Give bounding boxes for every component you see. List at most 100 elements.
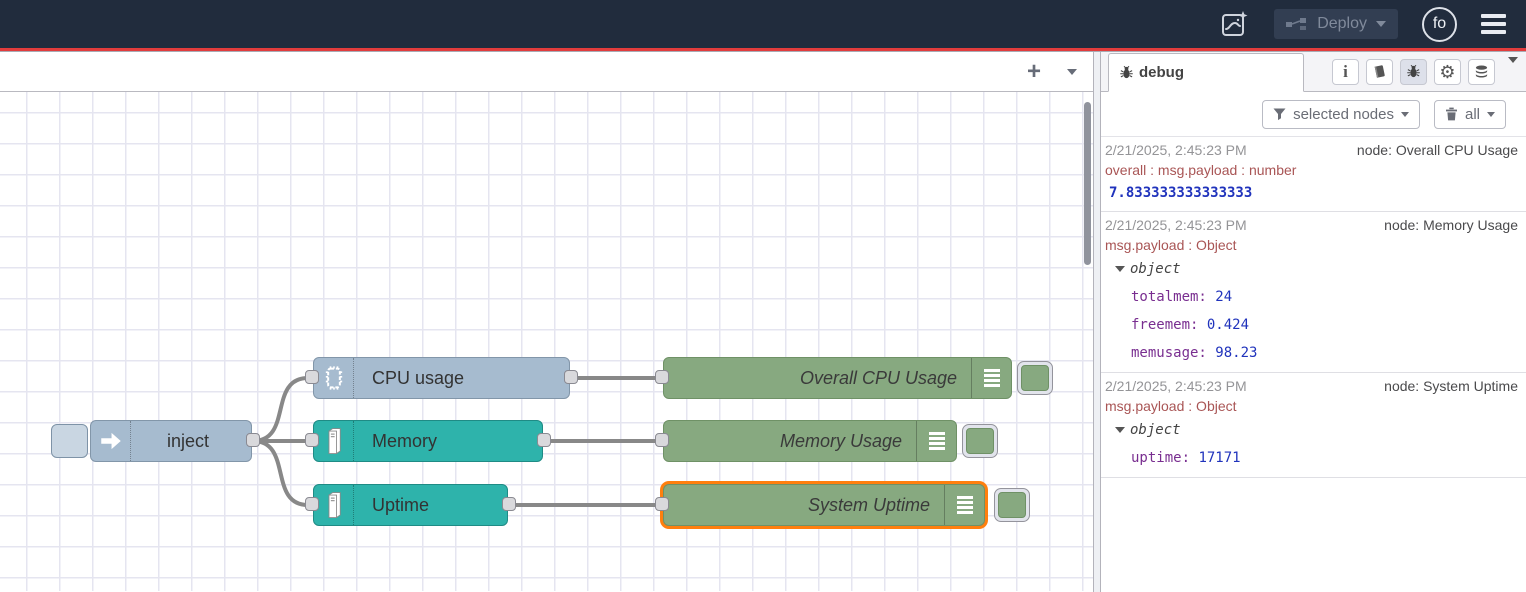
debug-toggle-button[interactable] bbox=[1017, 361, 1053, 395]
object-field: uptime: 17171 bbox=[1105, 444, 1518, 472]
microchip-icon bbox=[314, 358, 354, 398]
add-flow-button[interactable]: + bbox=[1015, 56, 1053, 88]
main-menu-icon[interactable] bbox=[1481, 14, 1506, 34]
object-label: object bbox=[1130, 416, 1181, 444]
node-label: System Uptime bbox=[664, 485, 944, 525]
debug-sidebar: debug i ⚙ bbox=[1101, 52, 1526, 592]
field-value: 17171 bbox=[1198, 450, 1240, 466]
node-label: Memory Usage bbox=[664, 421, 916, 461]
field-key: memusage: bbox=[1131, 345, 1207, 361]
debug-message[interactable]: 2/21/2025, 2:45:23 PM node: Memory Usage… bbox=[1101, 212, 1526, 373]
deploy-button[interactable]: Deploy bbox=[1274, 9, 1398, 39]
computer-tower-icon bbox=[314, 485, 354, 525]
message-source-node[interactable]: node: Memory Usage bbox=[1384, 215, 1518, 235]
object-expander[interactable]: object bbox=[1105, 255, 1518, 283]
memory-output-port[interactable] bbox=[537, 433, 551, 447]
debug-input-port[interactable] bbox=[655, 497, 669, 511]
debug-lines-icon bbox=[944, 485, 984, 525]
flow-assistant-icon[interactable] bbox=[1220, 9, 1250, 39]
debug-input-port[interactable] bbox=[655, 370, 669, 384]
inject-output-port[interactable] bbox=[246, 433, 260, 447]
tab-context-button[interactable] bbox=[1468, 59, 1495, 85]
inject-trigger-button[interactable] bbox=[51, 424, 88, 458]
debug-filter-button[interactable]: selected nodes bbox=[1262, 100, 1420, 129]
database-icon bbox=[1474, 64, 1489, 80]
tab-debug-button[interactable] bbox=[1400, 59, 1427, 85]
node-label: inject bbox=[131, 421, 251, 461]
main-area: + inje bbox=[0, 52, 1526, 592]
avatar-initials: fo bbox=[1433, 15, 1446, 33]
debug-message-list: 2/21/2025, 2:45:23 PM node: Overall CPU … bbox=[1101, 136, 1526, 592]
debug-lines-icon bbox=[916, 421, 956, 461]
debug-toolbar: selected nodes all bbox=[1101, 92, 1526, 136]
collapse-caret-icon bbox=[1115, 427, 1125, 433]
node-inject[interactable]: inject bbox=[90, 420, 252, 462]
header: Deploy fo bbox=[0, 0, 1526, 48]
message-source-node[interactable]: node: System Uptime bbox=[1384, 376, 1518, 396]
tab-config-button[interactable]: ⚙ bbox=[1434, 59, 1461, 85]
field-key: freemem: bbox=[1131, 317, 1198, 333]
node-label: CPU usage bbox=[354, 358, 569, 398]
sidebar-resize-handle[interactable] bbox=[1094, 52, 1101, 592]
node-debug-system-uptime[interactable]: System Uptime bbox=[663, 484, 985, 526]
field-key: totalmem: bbox=[1131, 289, 1207, 305]
debug-clear-button[interactable]: all bbox=[1434, 100, 1506, 129]
debug-message[interactable]: 2/21/2025, 2:45:23 PM node: Overall CPU … bbox=[1101, 137, 1526, 212]
canvas-vertical-scrollbar[interactable] bbox=[1084, 102, 1091, 265]
computer-tower-icon bbox=[314, 421, 354, 461]
collapse-caret-icon bbox=[1115, 266, 1125, 272]
uptime-output-port[interactable] bbox=[502, 497, 516, 511]
memory-input-port[interactable] bbox=[305, 433, 319, 447]
message-meta: overall : msg.payload : number bbox=[1105, 160, 1518, 180]
wire-inject-uptime[interactable] bbox=[253, 441, 308, 505]
workspace: + inje bbox=[0, 52, 1094, 592]
clear-label: all bbox=[1465, 106, 1480, 123]
field-value: 24 bbox=[1215, 289, 1232, 305]
book-icon bbox=[1372, 64, 1387, 79]
message-timestamp: 2/21/2025, 2:45:23 PM bbox=[1105, 215, 1247, 235]
inject-arrow-icon bbox=[91, 421, 131, 461]
filter-label: selected nodes bbox=[1293, 106, 1394, 123]
node-label: Memory bbox=[354, 421, 542, 461]
deploy-wires-icon bbox=[1286, 17, 1308, 31]
deploy-label: Deploy bbox=[1317, 15, 1367, 33]
tab-debug[interactable]: debug bbox=[1108, 53, 1304, 92]
uptime-input-port[interactable] bbox=[305, 497, 319, 511]
field-key: uptime: bbox=[1131, 450, 1190, 466]
debug-toggle-button[interactable] bbox=[962, 424, 998, 458]
cpu-input-port[interactable] bbox=[305, 370, 319, 384]
node-debug-overall-cpu[interactable]: Overall CPU Usage bbox=[663, 357, 1012, 399]
message-value: 7.833333333333333 bbox=[1105, 180, 1518, 206]
funnel-icon bbox=[1273, 108, 1286, 121]
debug-toggle-button[interactable] bbox=[994, 488, 1030, 522]
tab-info-button[interactable]: i bbox=[1332, 59, 1359, 85]
deploy-caret-icon[interactable] bbox=[1376, 21, 1386, 27]
debug-message[interactable]: 2/21/2025, 2:45:23 PM node: System Uptim… bbox=[1101, 373, 1526, 478]
debug-input-port[interactable] bbox=[655, 433, 669, 447]
message-meta: msg.payload : Object bbox=[1105, 235, 1518, 255]
node-debug-memory-usage[interactable]: Memory Usage bbox=[663, 420, 957, 462]
sidebar-tabbar: debug i ⚙ bbox=[1101, 52, 1526, 92]
node-uptime[interactable]: Uptime bbox=[313, 484, 508, 526]
flow-list-caret-icon[interactable] bbox=[1057, 56, 1087, 88]
wire-inject-cpu[interactable] bbox=[253, 378, 308, 441]
cpu-output-port[interactable] bbox=[564, 370, 578, 384]
field-value: 98.23 bbox=[1215, 345, 1257, 361]
message-source-node[interactable]: node: Overall CPU Usage bbox=[1357, 140, 1518, 160]
object-field: memusage: 98.23 bbox=[1105, 339, 1518, 367]
node-cpu-usage[interactable]: CPU usage bbox=[313, 357, 570, 399]
info-icon: i bbox=[1343, 62, 1348, 82]
message-timestamp: 2/21/2025, 2:45:23 PM bbox=[1105, 376, 1247, 396]
tab-debug-label: debug bbox=[1139, 64, 1184, 81]
tab-help-button[interactable] bbox=[1366, 59, 1393, 85]
sidebar-tabs-caret-icon[interactable] bbox=[1508, 63, 1518, 81]
bug-icon bbox=[1119, 65, 1134, 80]
object-label: object bbox=[1130, 255, 1181, 283]
object-field: totalmem: 24 bbox=[1105, 283, 1518, 311]
object-expander[interactable]: object bbox=[1105, 416, 1518, 444]
node-memory[interactable]: Memory bbox=[313, 420, 543, 462]
bug-icon bbox=[1406, 64, 1421, 79]
gear-icon: ⚙ bbox=[1439, 63, 1455, 81]
flow-canvas[interactable]: inject CPU usage bbox=[0, 92, 1093, 591]
user-avatar[interactable]: fo bbox=[1422, 7, 1457, 42]
